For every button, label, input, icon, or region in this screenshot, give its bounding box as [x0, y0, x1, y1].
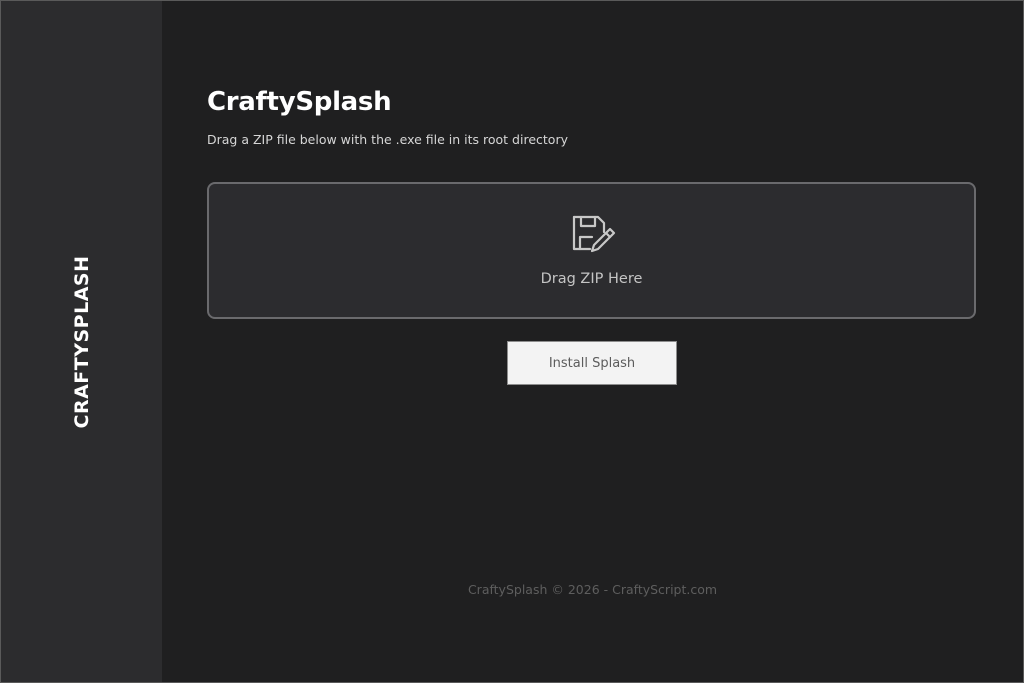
sidebar-brand: CRAFTYSPLASH [71, 255, 93, 429]
dropzone-label: Drag ZIP Here [540, 271, 643, 287]
floppy-disk-pencil-icon [572, 215, 616, 253]
main-panel: CraftySplash Drag a ZIP file below with … [162, 1, 1023, 682]
footer-text: CraftySplash © 2026 - CraftyScript.com [467, 582, 718, 597]
page-title: CraftySplash [207, 87, 392, 117]
install-splash-button[interactable]: Install Splash [507, 341, 677, 385]
sidebar: CRAFTYSPLASH [1, 1, 162, 682]
zip-dropzone[interactable]: Drag ZIP Here [207, 182, 976, 319]
app-window: CRAFTYSPLASH CraftySplash Drag a ZIP fil… [1, 1, 1023, 682]
page-subtitle: Drag a ZIP file below with the .exe file… [207, 132, 568, 147]
